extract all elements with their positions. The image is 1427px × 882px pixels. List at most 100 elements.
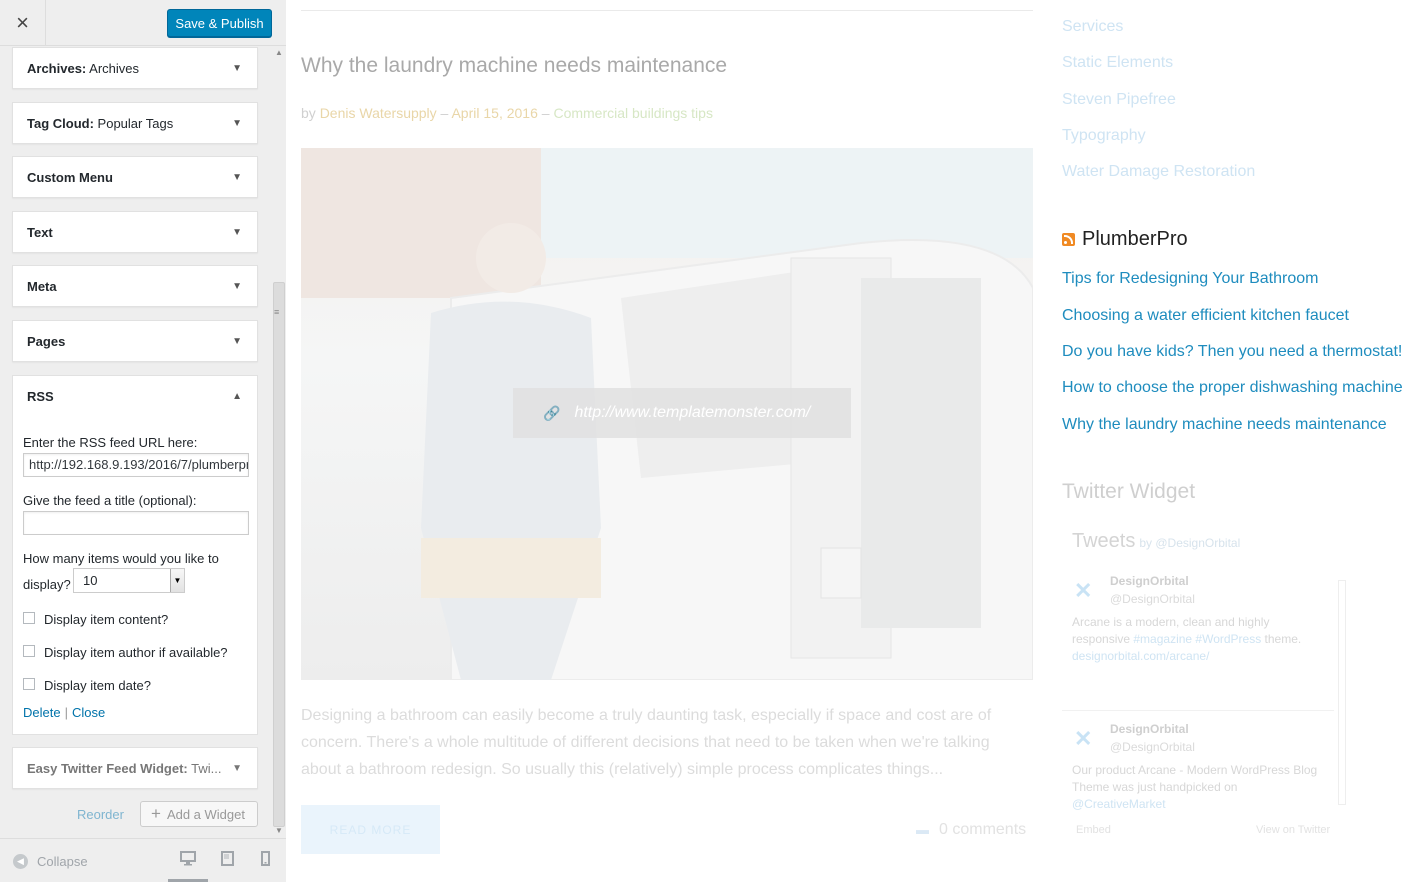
rss-feed-item[interactable]: How to choose the proper dishwashing mac… xyxy=(1062,379,1403,397)
collapse-button[interactable]: ◀ Collapse xyxy=(13,854,88,869)
comment-icon: ▬ xyxy=(916,822,929,837)
tweet-hashtags[interactable]: #magazine #WordPress xyxy=(1133,632,1261,646)
scrollbar-thumb[interactable] xyxy=(273,282,285,827)
rss-items-select[interactable]: 10 ▼ xyxy=(73,568,185,593)
read-more-button[interactable]: READ MORE xyxy=(301,805,440,854)
tweets-by[interactable]: by @DesignOrbital xyxy=(1139,536,1240,550)
chevron-down-icon[interactable]: ▼ xyxy=(232,63,242,74)
delete-link[interactable]: Delete xyxy=(23,705,61,720)
widget-type: Pages xyxy=(27,334,66,349)
meta-dash: – xyxy=(436,105,452,121)
widget-text[interactable]: Text ▼ xyxy=(12,211,258,253)
tweet-link[interactable]: @CreativeMarket xyxy=(1072,797,1166,811)
checkbox[interactable] xyxy=(23,677,35,690)
tweet-handle[interactable]: @DesignOrbital xyxy=(1110,740,1195,754)
meta-author[interactable]: Denis Watersupply xyxy=(320,105,437,121)
featured-image[interactable]: 🔗 http://www.templatemonster.com/ xyxy=(301,148,1033,680)
tweet-handle[interactable]: @DesignOrbital xyxy=(1110,592,1195,606)
save-publish-button[interactable]: Save & Publish xyxy=(167,9,272,37)
tweet-link[interactable]: designorbital.com/arcane/ xyxy=(1072,649,1209,663)
tablet-icon[interactable] xyxy=(221,851,234,871)
meta-dash-2: – xyxy=(541,105,554,121)
image-url-text: http://www.templatemonster.com/ xyxy=(574,404,811,421)
category-link[interactable]: Services xyxy=(1062,18,1123,36)
widget-archives[interactable]: Archives: Archives ▼ xyxy=(12,47,258,89)
chevron-down-icon[interactable]: ▼ xyxy=(170,569,184,592)
collapse-icon: ◀ xyxy=(13,854,28,869)
chevron-down-icon[interactable]: ▼ xyxy=(232,336,242,347)
rss-url-label: Enter the RSS feed URL here: xyxy=(23,435,198,450)
widget-rss: RSS ▲ Enter the RSS feed URL here: http:… xyxy=(12,375,258,735)
tweet-author[interactable]: DesignOrbital xyxy=(1110,722,1189,736)
add-widget-label: Add a Widget xyxy=(166,806,245,822)
cb-display-author[interactable]: Display item author if available? xyxy=(23,644,228,660)
scroll-down-icon[interactable]: ▼ xyxy=(275,826,283,836)
reorder-button[interactable]: Reorder xyxy=(77,807,124,822)
site-preview: Why the laundry machine needs maintenanc… xyxy=(286,0,1427,882)
chevron-down-icon[interactable]: ▼ xyxy=(232,227,242,238)
post-excerpt: Designing a bathroom can easily become a… xyxy=(301,707,992,778)
widget-pages[interactable]: Pages ▼ xyxy=(12,320,258,362)
desktop-icon[interactable] xyxy=(180,851,196,871)
rss-items-label-2: display? xyxy=(23,577,71,592)
widget-type: Meta xyxy=(27,279,57,294)
designorbital-logo-icon: ✕ xyxy=(1074,578,1093,603)
widget-name: Twi... xyxy=(191,761,222,776)
sidebar-scrollbar[interactable]: ▲ ≡ ▼ xyxy=(272,46,286,838)
cb-display-date[interactable]: Display item date? xyxy=(23,677,151,693)
tweets-scrollbar[interactable] xyxy=(1338,580,1346,805)
comments-link[interactable]: ▬ 0 comments xyxy=(916,821,1026,839)
divider xyxy=(301,10,1033,11)
tweet-author[interactable]: DesignOrbital xyxy=(1110,574,1189,588)
image-url-overlay[interactable]: 🔗 http://www.templatemonster.com/ xyxy=(513,388,851,438)
designorbital-logo-icon: ✕ xyxy=(1074,726,1093,751)
mobile-icon[interactable] xyxy=(261,851,270,871)
chevron-down-icon[interactable]: ▼ xyxy=(232,118,242,129)
widget-tag-cloud[interactable]: Tag Cloud: Popular Tags ▼ xyxy=(12,102,258,144)
widget-rss-title-row[interactable]: RSS ▲ xyxy=(13,376,257,418)
tweets-embed-link[interactable]: Embed xyxy=(1076,824,1111,836)
widget-rss-header[interactable]: RSS ▲ xyxy=(13,376,257,418)
post-title[interactable]: Why the laundry machine needs maintenanc… xyxy=(301,54,727,78)
tweet-body: Our product Arcane - Modern WordPress Bl… xyxy=(1072,762,1322,813)
rss-title-label: Give the feed a title (optional): xyxy=(23,493,197,508)
cb-label: Display item content? xyxy=(44,612,169,627)
rss-feed-item[interactable]: Tips for Redesigning Your Bathroom xyxy=(1062,270,1318,288)
tweet: ✕ DesignOrbital @DesignOrbital Our produ… xyxy=(1062,722,1334,822)
meta-date[interactable]: April 15, 2016 xyxy=(451,105,537,121)
rss-feed-item[interactable]: Choosing a water efficient kitchen fauce… xyxy=(1062,307,1349,325)
scroll-up-icon[interactable]: ▲ xyxy=(275,48,283,58)
meta-category[interactable]: Commercial buildings tips xyxy=(553,105,713,121)
rss-title-input[interactable] xyxy=(23,511,249,535)
chevron-down-icon[interactable]: ▼ xyxy=(232,763,242,774)
category-link[interactable]: Static Elements xyxy=(1062,54,1173,72)
rss-widget-title-text[interactable]: PlumberPro xyxy=(1082,228,1188,251)
chevron-down-icon[interactable]: ▼ xyxy=(232,172,242,183)
customizer-footer: ◀ Collapse xyxy=(0,838,286,882)
rss-icon[interactable] xyxy=(1062,233,1075,246)
chevron-down-icon[interactable]: ▼ xyxy=(232,281,242,292)
category-link[interactable]: Water Damage Restoration xyxy=(1062,163,1255,181)
rss-feed-item[interactable]: Do you have kids? Then you need a thermo… xyxy=(1062,343,1402,361)
category-link[interactable]: Typography xyxy=(1062,127,1146,145)
chevron-up-icon[interactable]: ▲ xyxy=(232,391,242,402)
rss-feed-item[interactable]: Why the laundry machine needs maintenanc… xyxy=(1062,416,1387,434)
cb-display-content[interactable]: Display item content? xyxy=(23,611,169,627)
close-icon[interactable]: × xyxy=(0,0,46,46)
widget-type: RSS xyxy=(27,389,54,404)
widget-actions: Reorder + Add a Widget xyxy=(12,801,258,827)
cb-label: Display item date? xyxy=(44,678,151,693)
widget-meta[interactable]: Meta ▼ xyxy=(12,265,258,307)
separator: | xyxy=(64,705,68,720)
checkbox[interactable] xyxy=(23,611,35,624)
rss-url-input[interactable]: http://192.168.9.193/2016/7/plumberpro/f… xyxy=(23,453,249,477)
comments-label: 0 comments xyxy=(939,821,1027,838)
checkbox[interactable] xyxy=(23,644,35,657)
view-on-twitter-link[interactable]: View on Twitter xyxy=(1256,824,1330,836)
widget-custom-menu[interactable]: Custom Menu ▼ xyxy=(12,156,258,198)
add-widget-button[interactable]: + Add a Widget xyxy=(140,801,258,827)
close-link[interactable]: Close xyxy=(72,705,105,720)
widget-twitter-feed[interactable]: Easy Twitter Feed Widget: Twi... ▼ xyxy=(12,747,258,789)
category-link[interactable]: Steven Pipefree xyxy=(1062,91,1176,109)
widget-type: Easy Twitter Feed Widget: xyxy=(27,761,188,776)
